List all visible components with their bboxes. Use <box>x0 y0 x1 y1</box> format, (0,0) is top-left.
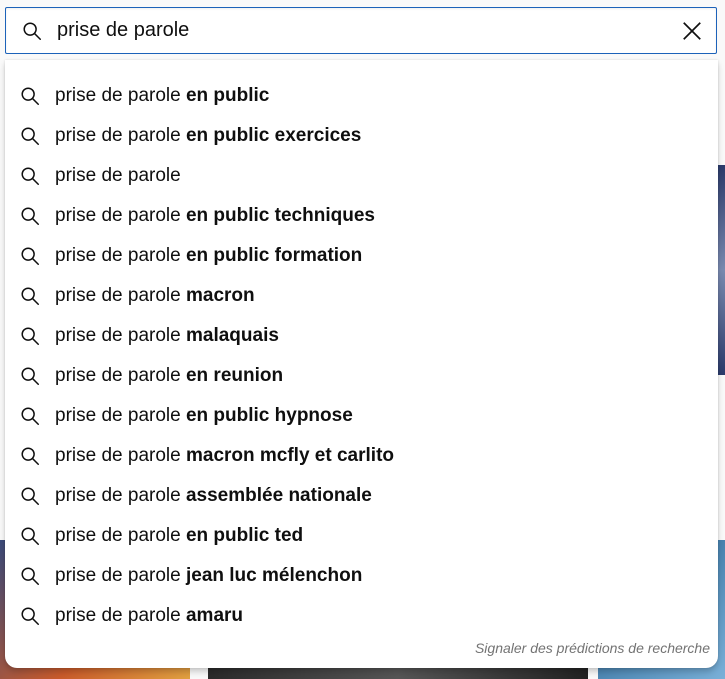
search-icon <box>23 21 41 40</box>
search-icon <box>21 527 39 545</box>
suggestion-prefix: prise de parole <box>55 125 181 146</box>
suggestion-text: prise de parole jean luc mélenchon <box>55 565 362 587</box>
suggestion-completion: malaquais <box>180 325 279 346</box>
suggestion-item[interactable]: prise de parole en public ted <box>5 516 718 556</box>
suggestion-text: prise de parole en public ted <box>55 525 303 547</box>
search-icon <box>21 247 39 265</box>
suggestion-item[interactable]: prise de parole en public exercices <box>5 116 718 156</box>
search-icon <box>21 447 39 465</box>
search-icon <box>21 487 39 505</box>
suggestion-completion: macron <box>180 285 255 306</box>
suggestion-item[interactable]: prise de parole amaru <box>5 596 718 636</box>
suggestion-item[interactable]: prise de parole assemblée nationale <box>5 476 718 516</box>
search-icon <box>21 607 39 625</box>
suggestion-completion: en public ted <box>180 525 304 546</box>
suggestion-text: prise de parole en public <box>55 85 269 107</box>
suggestions-dropdown: prise de parole en public prise de parole… <box>5 60 718 668</box>
suggestion-item[interactable]: prise de parole en public formation <box>5 236 718 276</box>
suggestion-completion: jean luc mélenchon <box>180 565 363 586</box>
suggestion-item[interactable]: prise de parole en public techniques <box>5 196 718 236</box>
suggestion-item[interactable]: prise de parole malaquais <box>5 316 718 356</box>
search-icon <box>21 167 39 185</box>
suggestion-text: prise de parole assemblée nationale <box>55 485 372 507</box>
suggestion-prefix: prise de parole <box>55 525 181 546</box>
suggestion-prefix: prise de parole <box>55 565 181 586</box>
suggestion-prefix: prise de parole <box>55 405 181 426</box>
search-icon <box>21 567 39 585</box>
suggestion-text: prise de parole macron <box>55 285 255 307</box>
suggestion-completion: macron mcfly et carlito <box>180 445 394 466</box>
suggestion-item[interactable]: prise de parole en public <box>5 76 718 116</box>
suggestion-text: prise de parole en public techniques <box>55 205 375 227</box>
suggestion-prefix: prise de parole <box>55 365 181 386</box>
suggestion-prefix: prise de parole <box>55 285 181 306</box>
suggestion-text: prise de parole en public hypnose <box>55 405 353 427</box>
suggestion-completion: amaru <box>180 605 244 626</box>
suggestion-prefix: prise de parole <box>55 205 181 226</box>
search-icon <box>21 367 39 385</box>
suggestion-completion: en public exercices <box>180 125 362 146</box>
search-icon <box>21 127 39 145</box>
suggestion-completion: assemblée nationale <box>180 485 372 506</box>
suggestion-completion: en reunion <box>180 365 284 386</box>
search-icon <box>21 207 39 225</box>
suggestion-item[interactable]: prise de parole en reunion <box>5 356 718 396</box>
search-icon <box>21 407 39 425</box>
search-icon <box>21 287 39 305</box>
suggestion-item[interactable]: prise de parole jean luc mélenchon <box>5 556 718 596</box>
close-icon <box>683 21 701 40</box>
suggestion-text: prise de parole macron mcfly et carlito <box>55 445 394 467</box>
suggestion-prefix: prise de parole <box>55 605 181 626</box>
suggestion-prefix: prise de parole <box>55 85 181 106</box>
suggestion-prefix: prise de parole <box>55 445 181 466</box>
suggestion-prefix: prise de parole <box>55 165 181 186</box>
suggestion-text: prise de parole en public exercices <box>55 125 361 147</box>
suggestion-text: prise de parole <box>55 165 181 187</box>
search-icon <box>21 327 39 345</box>
suggestion-text: prise de parole en public formation <box>55 245 362 267</box>
suggestion-text: prise de parole malaquais <box>55 325 279 347</box>
suggestion-text: prise de parole amaru <box>55 605 243 627</box>
suggestion-item[interactable]: prise de parole en public hypnose <box>5 396 718 436</box>
report-predictions-link[interactable]: Signaler des prédictions de recherche <box>475 640 710 656</box>
suggestion-completion: en public formation <box>180 245 363 266</box>
video-thumbnail[interactable] <box>718 165 725 375</box>
clear-search-button[interactable] <box>674 13 710 49</box>
suggestion-list: prise de parole en public prise de parole… <box>5 76 718 636</box>
suggestion-prefix: prise de parole <box>55 245 181 266</box>
search-icon <box>21 87 39 105</box>
suggestion-prefix: prise de parole <box>55 485 181 506</box>
suggestion-item[interactable]: prise de parole macron mcfly et carlito <box>5 436 718 476</box>
search-input[interactable] <box>57 10 674 51</box>
suggestion-item[interactable]: prise de parole <box>5 156 718 196</box>
suggestion-completion: en public <box>180 85 270 106</box>
search-box <box>5 7 717 54</box>
suggestion-item[interactable]: prise de parole macron <box>5 276 718 316</box>
suggestion-completion: en public hypnose <box>180 405 353 426</box>
suggestion-prefix: prise de parole <box>55 325 181 346</box>
suggestion-text: prise de parole en reunion <box>55 365 283 387</box>
suggestion-completion: en public techniques <box>180 205 375 226</box>
